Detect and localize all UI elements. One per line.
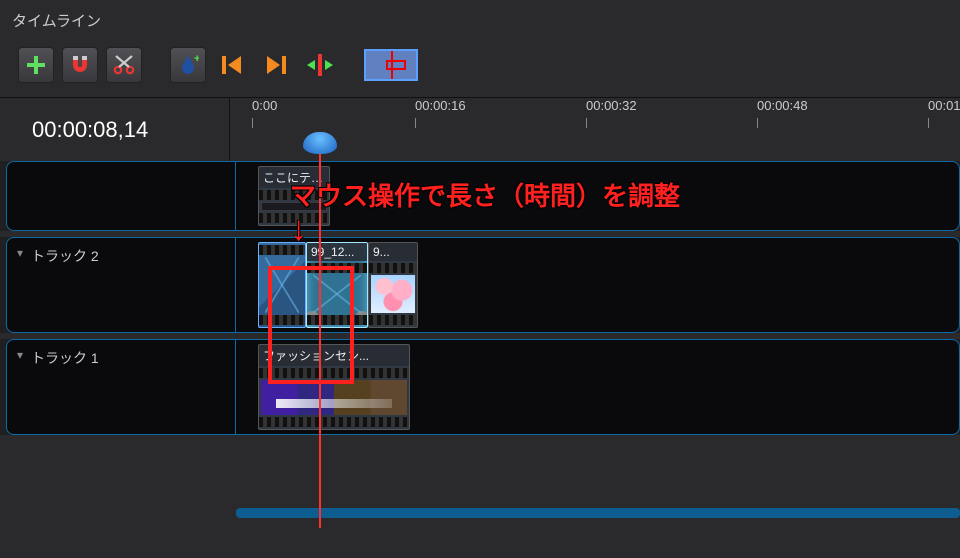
chevron-down-icon[interactable]: ▾ bbox=[17, 246, 23, 260]
scissors-icon bbox=[112, 53, 136, 77]
chevron-down-icon[interactable]: ▾ bbox=[17, 348, 23, 362]
track-row: ▾ トラック 1 ファッションセン... bbox=[0, 339, 960, 435]
ruler-tick: 0:00 bbox=[252, 98, 277, 113]
annotation-arrow: ↓ bbox=[290, 210, 307, 249]
minimap-cursor-icon bbox=[386, 60, 406, 70]
track-name-label: トラック 1 bbox=[31, 348, 99, 368]
prev-keyframe-button[interactable] bbox=[214, 47, 250, 83]
track-header[interactable] bbox=[6, 161, 236, 231]
track-header[interactable]: ▾ トラック 2 bbox=[6, 237, 236, 333]
ruler-tick: 00:00:32 bbox=[586, 98, 637, 113]
track-header[interactable]: ▾ トラック 1 bbox=[6, 339, 236, 435]
horizontal-scrollbar[interactable] bbox=[236, 508, 960, 518]
split-at-playhead-button[interactable] bbox=[302, 47, 338, 83]
magnet-icon bbox=[68, 53, 92, 77]
timeline-minimap[interactable] bbox=[364, 49, 418, 81]
next-keyframe-button[interactable] bbox=[258, 47, 294, 83]
ruler-tick: 00:00:48 bbox=[757, 98, 808, 113]
time-ruler[interactable]: 0:00 00:00:16 00:00:32 00:00:48 00:01:04 bbox=[230, 98, 960, 161]
skip-prev-icon bbox=[219, 52, 245, 78]
clip[interactable] bbox=[258, 242, 306, 328]
clip-body bbox=[259, 366, 409, 429]
track-row: ▾ トラック 2 99_12...9... bbox=[0, 237, 960, 333]
add-button[interactable] bbox=[18, 47, 54, 83]
clip-label: 99_12... bbox=[307, 243, 367, 261]
ruler-row: 00:00:08,14 0:00 00:00:16 00:00:32 00:00:48… bbox=[0, 97, 960, 161]
skip-next-icon bbox=[263, 52, 289, 78]
snap-magnet-button[interactable] bbox=[62, 47, 98, 83]
clip-body bbox=[307, 261, 367, 327]
playhead-knob[interactable] bbox=[303, 132, 337, 154]
track-lane[interactable]: ファッションセン... bbox=[236, 339, 960, 435]
droplet-plus-icon: + bbox=[177, 54, 199, 76]
clip[interactable]: 9... bbox=[368, 242, 418, 328]
color-drop-button[interactable]: + bbox=[170, 47, 206, 83]
clip-label: 9... bbox=[369, 243, 417, 261]
svg-text:+: + bbox=[194, 54, 199, 65]
ruler-tick: 00:01:04 bbox=[928, 98, 960, 113]
panel-title: タイムライン bbox=[0, 0, 960, 39]
current-timecode: 00:00:08,14 bbox=[0, 98, 230, 161]
split-icon bbox=[305, 52, 335, 78]
clip-label: ファッションセン... bbox=[259, 345, 409, 366]
plus-icon bbox=[25, 54, 47, 76]
clip-body bbox=[259, 243, 305, 327]
clip[interactable]: 99_12... bbox=[306, 242, 368, 328]
cut-scissors-button[interactable] bbox=[106, 47, 142, 83]
clip[interactable]: ファッションセン... bbox=[258, 344, 410, 430]
track-name-label: トラック 2 bbox=[31, 246, 99, 266]
clip-body bbox=[369, 261, 417, 327]
timeline-toolbar: + bbox=[0, 39, 960, 97]
annotation-text: マウス操作で長さ（時間）を調整 bbox=[290, 176, 680, 213]
ruler-tick: 00:00:16 bbox=[415, 98, 466, 113]
track-lane[interactable]: 99_12...9... bbox=[236, 237, 960, 333]
